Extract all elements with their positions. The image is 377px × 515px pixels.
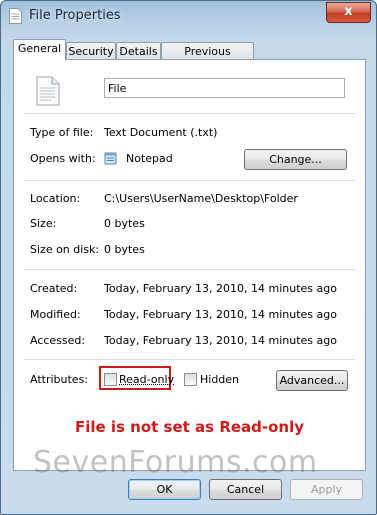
close-icon: x (344, 4, 353, 19)
created-label: Created: (30, 282, 78, 295)
readonly-checkbox[interactable] (104, 373, 117, 386)
location-label: Location: (30, 192, 81, 205)
size-on-disk-value: 0 bytes (104, 243, 145, 256)
modified-value: Today, February 13, 2010, 14 minutes ago (104, 308, 337, 321)
type-value: Text Document (.txt) (104, 126, 218, 139)
notepad-icon (104, 152, 117, 165)
type-label: Type of file: (30, 126, 94, 139)
hidden-label[interactable]: Hidden (200, 373, 239, 386)
watermark: SevenForums.com (33, 445, 318, 480)
divider (24, 359, 355, 360)
apply-button[interactable]: Apply (290, 479, 363, 500)
title-bar[interactable]: File Properties x (1, 1, 376, 31)
size-on-disk-label: Size on disk: (30, 243, 100, 256)
attributes-label: Attributes: (30, 373, 89, 386)
close-button[interactable]: x (326, 2, 371, 23)
size-value: 0 bytes (104, 217, 145, 230)
cancel-button[interactable]: Cancel (209, 479, 282, 500)
size-label: Size: (30, 217, 57, 230)
text-file-icon (9, 8, 22, 24)
hidden-checkbox[interactable] (184, 373, 197, 386)
location-value: C:\Users\UserName\Desktop\Folder (104, 192, 298, 205)
opens-with-label: Opens with: (30, 152, 96, 165)
tab-details[interactable]: Details (116, 42, 161, 60)
annotation-note: File is not set as Read-only (74, 418, 305, 436)
ok-button[interactable]: OK (128, 479, 201, 500)
tab-general[interactable]: General (13, 39, 66, 61)
readonly-label[interactable]: Read-only (119, 373, 174, 386)
divider (24, 269, 355, 270)
window-title: File Properties (29, 8, 121, 23)
created-value: Today, February 13, 2010, 14 minutes ago (104, 282, 337, 295)
opens-with-value: Notepad (126, 152, 173, 165)
tab-previous-versions[interactable]: Previous Versions (161, 42, 254, 75)
tab-security[interactable]: Security (66, 42, 116, 60)
advanced-button[interactable]: Advanced... (276, 370, 348, 391)
file-name-input[interactable] (104, 78, 345, 98)
divider (24, 113, 355, 114)
general-panel: Type of file: Text Document (.txt) Opens… (13, 59, 366, 471)
text-document-icon (36, 76, 60, 106)
file-properties-window: File Properties x General Security Detai… (0, 0, 377, 515)
modified-label: Modified: (30, 308, 81, 321)
change-button[interactable]: Change... (244, 149, 347, 170)
accessed-label: Accessed: (30, 334, 86, 347)
accessed-value: Today, February 13, 2010, 14 minutes ago (104, 334, 337, 347)
divider (24, 180, 355, 181)
